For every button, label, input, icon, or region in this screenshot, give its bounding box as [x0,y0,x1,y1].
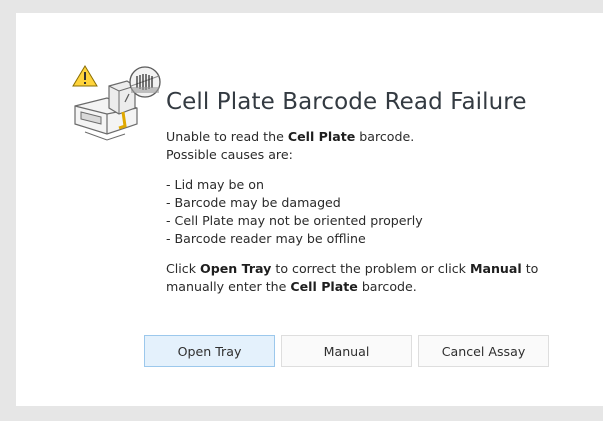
open-tray-button[interactable]: Open Tray [144,335,275,367]
message-line-2: Possible causes are: [166,147,293,162]
manual-button[interactable]: Manual [281,335,412,367]
instruction-text: manually enter the [166,279,291,294]
instruction-text: Click [166,261,201,276]
cause-item: - Lid may be on [166,177,264,192]
instruction-text: to [521,261,539,276]
dialog-title: Cell Plate Barcode Read Failure [166,89,527,115]
cause-item: - Cell Plate may not be oriented properl… [166,213,423,228]
cause-item: - Barcode reader may be offline [166,231,366,246]
dialog-content: Cell Plate Barcode Read Failure Unable t… [166,86,591,296]
barcode-failure-dialog: Cell Plate Barcode Read Failure Unable t… [16,13,603,406]
message-text: barcode. [355,129,415,144]
dialog-message: Unable to read the Cell Plate barcode. P… [166,128,591,296]
instruction-bold-text: Cell Plate [290,279,358,294]
instruction-line-1: Click Open Tray to correct the problem o… [166,260,591,278]
instruction-text: barcode. [357,279,417,294]
cancel-assay-button[interactable]: Cancel Assay [418,335,549,367]
instruction-text: to correct the problem or click [271,261,470,276]
window-background: Cell Plate Barcode Read Failure Unable t… [0,0,603,421]
message-text: Unable to read the [166,129,288,144]
message-bold-text: Cell Plate [287,129,356,144]
message-line-1: Unable to read the Cell Plate barcode. [166,128,591,146]
instrument-warning-icon [72,65,161,141]
instruction-bold-text: Manual [469,261,522,276]
instruction-bold-text: Open Tray [200,261,272,276]
cause-item: - Barcode may be damaged [166,195,341,210]
causes-list: - Lid may be on - Barcode may be damaged… [166,176,591,248]
instruction-line-2: manually enter the Cell Plate barcode. [166,278,591,296]
dialog-button-bar: Open Tray Manual Cancel Assay [144,335,549,369]
